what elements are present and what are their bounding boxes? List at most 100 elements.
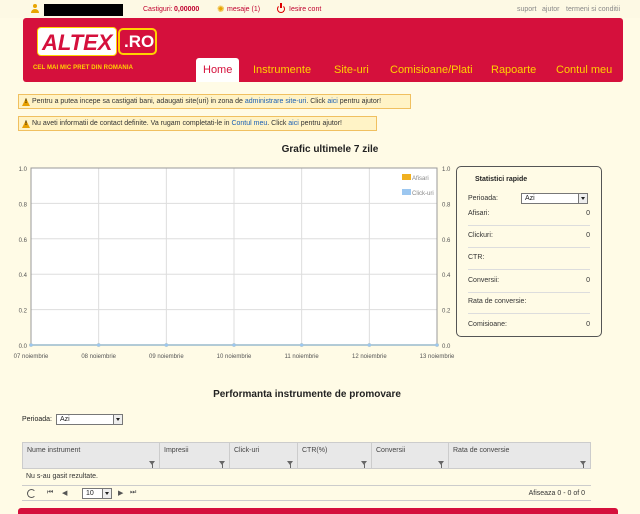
nav-instrumente[interactable]: Instrumente — [246, 58, 318, 82]
column-header[interactable]: Impresii — [160, 443, 230, 468]
legend-swatch — [402, 189, 411, 195]
page-size-select[interactable]: 10 — [82, 488, 112, 499]
performance-title: Performanta instrumente de promovare — [213, 389, 401, 400]
chevron-down-icon — [102, 489, 111, 498]
filter-icon[interactable] — [361, 461, 367, 468]
chart-7-days: 0.0 0.2 0.4 0.6 0.8 1.0 0.0 0.2 0.4 0.6 0.8 1.0 07… — [14, 167, 455, 360]
nav-rapoarte[interactable]: Rapoarte — [484, 58, 543, 82]
y-axis-right-ticks: 0.0 0.2 0.4 0.6 0.8 1.0 — [442, 167, 451, 350]
logo-domain: .RO — [124, 32, 155, 51]
x-tick-label: 11 noiembrie — [285, 354, 320, 360]
legend-label: Afisari — [412, 176, 429, 182]
warning-icon — [22, 120, 30, 128]
warning-icon — [22, 98, 30, 106]
series-point — [164, 343, 169, 347]
admin-sites-link[interactable]: administrare site-uri — [245, 98, 306, 105]
stat-row: Comisioane: 0 — [468, 321, 590, 328]
page-info: Afiseaza 0 - 0 of 0 — [528, 490, 585, 497]
stat-row: Conversii: 0 — [468, 271, 590, 293]
first-page-icon[interactable]: ⏮ — [47, 489, 53, 497]
filter-icon[interactable] — [219, 461, 225, 468]
legend-label: Click-uri — [412, 191, 434, 197]
y-tick-label: 0.2 — [442, 309, 451, 315]
y-tick-label: 0.6 — [442, 238, 451, 244]
series-point — [29, 343, 33, 347]
x-axis-ticks: 07 noiembrie 08 noiembrie 09 noiembrie 10 n… — [14, 354, 455, 360]
chart-title: Grafic ultimele 7 zile — [281, 144, 379, 155]
messages-icon[interactable]: ✺ — [217, 5, 225, 14]
nav-home[interactable]: Home — [196, 58, 240, 82]
performance-table-header: Nume instrument Impresii Click-uri CTR(%… — [22, 442, 591, 469]
y-tick-label: 0.0 — [19, 344, 28, 350]
filter-icon[interactable] — [287, 461, 293, 468]
x-tick-label: 13 noiembrie — [420, 354, 455, 360]
y-tick-label: 0.6 — [19, 238, 28, 244]
stats-period-select[interactable]: Azi — [521, 193, 588, 204]
nav-site-uri[interactable]: Site-uri — [327, 58, 376, 82]
chevron-down-icon — [578, 194, 587, 203]
column-header[interactable]: Nume instrument — [23, 443, 160, 468]
next-page-icon[interactable]: ▶ — [118, 489, 123, 497]
top-bar: Castiguri: 0,00000 ✺ mesaje (1) Iesire c… — [0, 0, 640, 18]
terms-link[interactable]: termeni si conditii — [566, 6, 620, 13]
series-point — [299, 343, 304, 347]
y-tick-label: 1.0 — [442, 167, 451, 173]
my-account-link[interactable]: Contul meu — [231, 120, 267, 127]
y-axis-left-ticks: 0.0 0.2 0.4 0.6 0.8 1.0 — [19, 167, 28, 350]
username-redacted — [44, 4, 123, 16]
chart-grid — [30, 167, 438, 346]
help-here-link-2[interactable]: aici — [288, 120, 299, 127]
column-header[interactable]: Conversii — [372, 443, 449, 468]
quick-stats-title: Statistici rapide — [475, 176, 528, 183]
logo-text: ALTEX — [42, 30, 113, 55]
x-tick-label: 10 noiembrie — [217, 354, 252, 360]
nav-comisioane-plati[interactable]: Comisioane/Plati — [383, 58, 480, 82]
series-point — [232, 343, 236, 347]
empty-results-text: Nu s-au gasit rezultate. — [26, 473, 98, 480]
legend-swatch — [402, 174, 411, 180]
refresh-icon[interactable] — [27, 489, 36, 498]
series-point — [435, 343, 439, 347]
performance-period-label: Perioada: — [22, 416, 52, 423]
column-header[interactable]: Click-uri — [230, 443, 298, 468]
y-tick-label: 0.4 — [442, 273, 451, 279]
quick-stats-panel: Statistici rapide Perioada: Azi Afisari:… — [456, 166, 602, 337]
altex-logo[interactable]: ALTEX .RO — [34, 24, 157, 65]
support-link[interactable]: suport — [517, 6, 536, 13]
y-tick-label: 0.4 — [19, 273, 28, 279]
performance-period-select[interactable]: Azi — [56, 414, 123, 425]
stat-row: Afisari: 0 — [468, 204, 590, 226]
messages-link[interactable]: mesaje (1) — [227, 6, 260, 13]
help-here-link[interactable]: aici — [327, 98, 338, 105]
x-tick-label: 07 noiembrie — [14, 354, 49, 360]
x-tick-label: 09 noiembrie — [149, 354, 184, 360]
nav-contul-meu[interactable]: Contul meu — [549, 58, 619, 82]
series-point — [96, 343, 101, 347]
slogan: CEL MAI MIC PRET DIN ROMANIA — [33, 65, 134, 71]
y-tick-label: 0.2 — [19, 309, 28, 315]
stat-row: CTR: — [468, 248, 590, 270]
column-header[interactable]: CTR(%) — [298, 443, 372, 468]
user-icon — [31, 4, 39, 13]
stat-row: Clickuri: 0 — [468, 226, 590, 248]
chevron-down-icon — [113, 415, 122, 424]
filter-icon[interactable] — [580, 461, 586, 468]
column-header[interactable]: Rata de conversie — [449, 443, 590, 468]
filter-icon[interactable] — [149, 461, 155, 468]
y-tick-label: 0.8 — [19, 202, 28, 208]
logout-link[interactable]: Iesire cont — [289, 6, 321, 13]
last-page-icon[interactable]: ⏭ — [130, 489, 136, 497]
alert-contact-info: Nu aveti informatii de contact definite.… — [18, 116, 377, 131]
alert-add-sites: Pentru a putea incepe sa castigati bani,… — [18, 94, 411, 109]
stats-period-label: Perioada: — [468, 195, 498, 202]
prev-page-icon[interactable]: ◀ — [62, 489, 67, 497]
earnings-value: 0,00000 — [174, 6, 200, 13]
y-tick-label: 0.8 — [442, 202, 451, 208]
pager: ⏮ ◀ 10 ▶ ⏭ Afiseaza 0 - 0 of 0 — [22, 485, 591, 501]
power-icon[interactable] — [277, 3, 285, 13]
help-link[interactable]: ajutor — [542, 6, 560, 13]
x-tick-label: 12 noiembrie — [352, 354, 387, 360]
footer-bar — [18, 508, 618, 514]
series-point — [367, 343, 372, 347]
filter-icon[interactable] — [438, 461, 444, 468]
